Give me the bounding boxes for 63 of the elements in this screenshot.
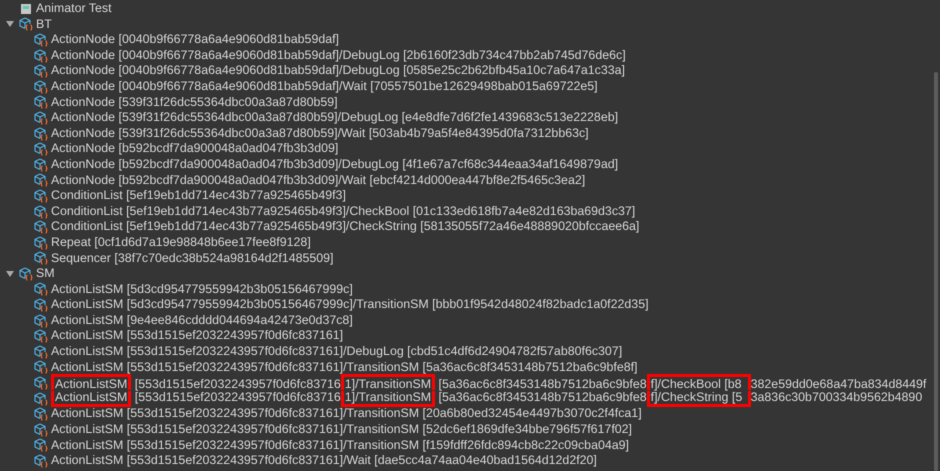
cube-icon <box>34 282 48 296</box>
tree-item[interactable]: ActionListSM [553d1515ef2032243957f0d6fc837161]/Wait [dae5cc4a74aa04e40bad1564d12d2f20] <box>51 453 597 469</box>
tree-item[interactable]: ActionNode [b592bcdf7da900048a0ad047fb3b3d09]/DebugLog [4f1e67a7cf68c344eaa34af1649879ad] <box>51 156 618 173</box>
tree-item[interactable]: ActionNode [539f31f26dc55364dbc00a3a87d80b59] <box>51 94 338 110</box>
cube-icon <box>34 454 48 468</box>
tree-item[interactable]: ActionListSM [5d3cd954779559942b3b05156467999c]/TransitionSM [bbb01f9542d48024f82badc1a0f22d35] <box>51 297 649 313</box>
cube-icon <box>34 236 48 250</box>
cube-icon <box>34 220 48 234</box>
tree-item[interactable]: ActionListSM [553d1515ef2032243957f0d6fc83716 1]/TransitionSM [5a36ac6c8f3453148b7512ba6c9bfe8 f]/CheckString [5 3a836c30b700334b9562b4890 <box>51 390 922 408</box>
cube-icon <box>34 110 48 125</box>
cube-icon <box>34 48 48 63</box>
cube-icon <box>34 204 48 219</box>
cube-icon <box>34 314 48 328</box>
tree-item[interactable]: ConditionList [5ef19eb1dd714ec43b77a925465b49f3]/CheckString [58135055f72a46e48889020bfccaee6a] <box>51 219 640 235</box>
cube-icon <box>34 422 48 437</box>
cube-icon <box>34 344 48 359</box>
cube-icon <box>19 17 33 32</box>
cube-icon <box>34 158 48 172</box>
cube-icon <box>34 329 48 344</box>
file-icon <box>19 2 33 16</box>
expand-arrow-icon[interactable] <box>5 19 15 30</box>
cube-icon <box>34 407 48 422</box>
cube-icon <box>34 64 48 78</box>
tree-item[interactable]: ActionListSM [553d1515ef2032243957f0d6fc837161]/TransitionSM [20a6b80ed32454e4497b3070c2f4fca1] <box>51 406 642 422</box>
cube-icon <box>34 360 48 374</box>
tree-item[interactable]: ActionListSM [553d1515ef2032243957f0d6fc837161] <box>51 328 344 344</box>
cube-icon <box>34 251 48 266</box>
cube-icon <box>34 298 48 312</box>
scrollbar[interactable] <box>934 72 938 471</box>
tree-item[interactable]: ActionNode [0040b9f66778a6a4e9060d81bab59daf]/DebugLog [0585e25c2b62bfb45a10c7a647a1c33a] <box>51 63 625 79</box>
tree-item[interactable]: ActionNode [0040b9f66778a6a4e9060d81bab59daf]/Wait [70557501be12629498bab015a69722e5] <box>51 78 598 95</box>
cube-icon <box>34 142 48 156</box>
cube-icon <box>34 376 48 390</box>
tree-item[interactable]: ActionListSM [553d1515ef2032243957f0d6fc837161]/TransitionSM [5a36ac6c8f3453148b7512ba6c9bfe8f] <box>51 360 638 376</box>
tree-item[interactable]: Repeat [0cf1d6d7a19e98848b6ee17fee8f9128] <box>51 234 311 250</box>
tree-item[interactable]: BT <box>36 16 52 32</box>
tree-item[interactable]: Animator Test <box>36 1 112 17</box>
cube-icon <box>34 80 48 94</box>
tree-item[interactable]: ActionNode [b592bcdf7da900048a0ad047fb3b3d09]/Wait [ebcf4214d000ea447bf8e2f5465c3ea2] <box>51 172 586 188</box>
cube-icon <box>34 126 48 141</box>
cube-icon <box>34 173 48 188</box>
tree-item[interactable]: Sequencer [38f7c70edc38b524a98164d2f1485509] <box>51 250 334 266</box>
tree-item[interactable]: ActionListSM [553d1515ef2032243957f0d6fc837161]/TransitionSM [f159fdff26fdc894cb8c22c09cba04a9] <box>51 438 629 454</box>
tree-item[interactable]: ActionNode [0040b9f66778a6a4e9060d81bab59daf] <box>51 32 340 48</box>
tree-item[interactable]: ActionListSM [553d1515ef2032243957f0d6fc837161]/DebugLog [cbd51c4df6d24904782f57ab80f6c307] <box>51 344 622 360</box>
tree-item[interactable]: ConditionList [5ef19eb1dd714ec43b77a925465b49f3]/CheckBool [01c133ed618fb7a4e82d163ba69d3c37] <box>51 204 636 220</box>
cube-icon <box>19 266 33 281</box>
tree-item[interactable]: ActionListSM [9e4ee846cdddd044694a42473e0d37c8] <box>51 312 353 328</box>
tree-item[interactable]: ConditionList [5ef19eb1dd714ec43b77a925465b49f3] <box>51 188 346 204</box>
tree-item[interactable]: ActionListSM [553d1515ef2032243957f0d6fc83716 1]/TransitionSM [5a36ac6c8f3453148b7512ba6c9bfe8 f]/CheckBool [b8 382e59dd0e68a47ba834d8449f <box>51 374 926 392</box>
tree-item[interactable]: ActionNode [0040b9f66778a6a4e9060d81bab59daf]/DebugLog [2b6160f23db734c47bb2ab745d76de6c] <box>51 48 626 64</box>
cube-icon <box>34 188 48 203</box>
cube-icon <box>34 392 48 406</box>
tree-item[interactable]: SM <box>36 266 55 282</box>
tree-item[interactable]: ActionNode [539f31f26dc55364dbc00a3a87d80b59]/DebugLog [e4e8dfe7d6f2fe1439683c513e2228eb] <box>51 110 618 126</box>
cube-icon <box>34 95 48 110</box>
cube-icon <box>34 438 48 452</box>
cube-icon <box>34 32 48 47</box>
expand-arrow-icon[interactable] <box>5 268 15 279</box>
tree-item[interactable]: ActionNode [b592bcdf7da900048a0ad047fb3b3d09] <box>51 141 338 157</box>
tree-item[interactable]: ActionListSM [5d3cd954779559942b3b05156467999c] <box>51 282 353 298</box>
tree-item[interactable]: ActionNode [539f31f26dc55364dbc00a3a87d80b59]/Wait [503ab4b79a5f4e84395d0fa7312bb63c] <box>51 126 589 142</box>
tree-item[interactable]: ActionListSM [553d1515ef2032243957f0d6fc837161]/TransitionSM [52dc6ef1869dfe34bbe796f57f617f02] <box>51 422 632 438</box>
